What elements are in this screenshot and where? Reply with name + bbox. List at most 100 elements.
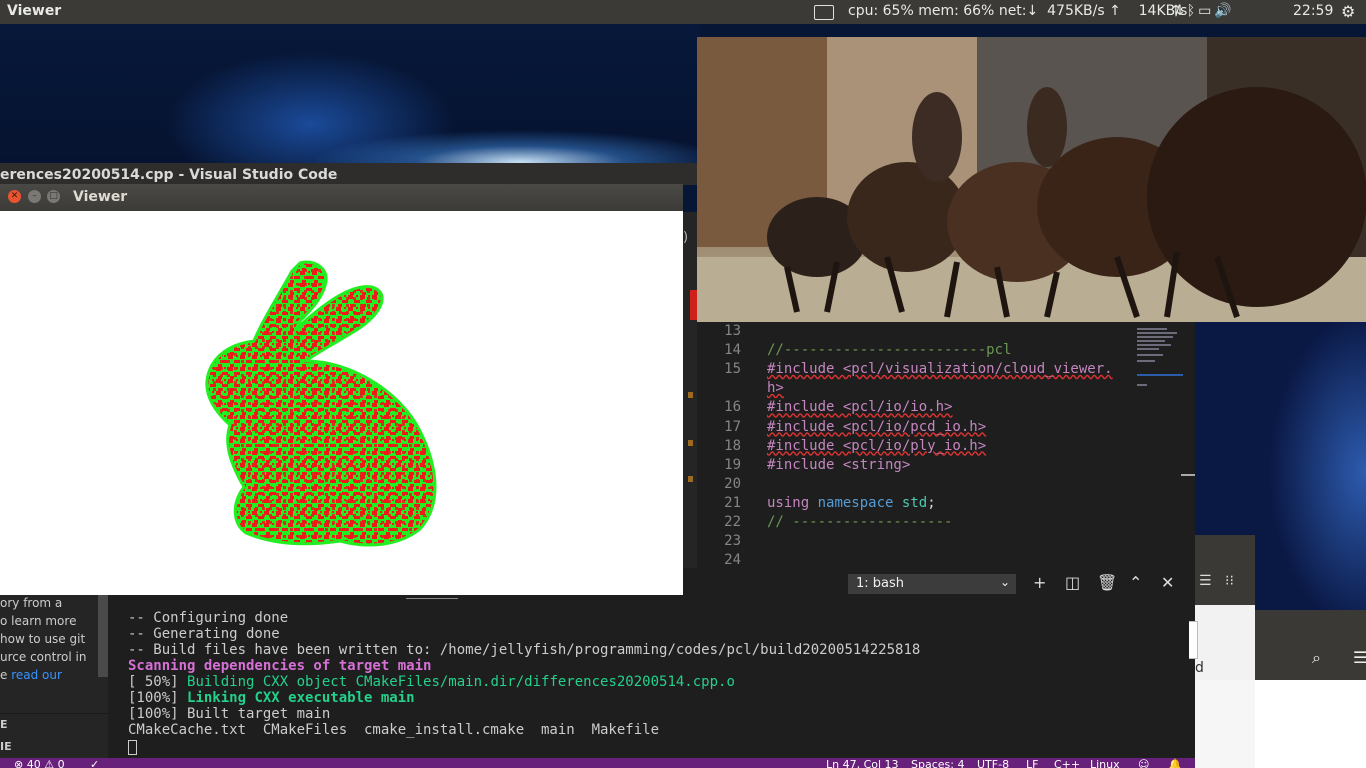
search-icon[interactable]: ⌕: [1312, 648, 1321, 668]
menu-list-icon[interactable]: ☰: [1353, 648, 1366, 667]
grid-view-icon[interactable]: ⁝⁝: [1225, 573, 1234, 589]
terminal-panel[interactable]: 1: bash ⌄ + ◫ 🗑 ⌃ ✕ -- Configuring done -…: [108, 568, 1195, 758]
code-text: #include <pcl/io/io.h>: [767, 399, 953, 416]
desktop-wallpaper: [0, 24, 700, 164]
encoding[interactable]: UTF-8: [977, 758, 1009, 768]
vscode-title-bar: erences20200514.cpp - Visual Studio Code: [0, 163, 697, 185]
language-mode[interactable]: C++: [1054, 758, 1080, 768]
split-terminal-icon[interactable]: ◫: [1065, 573, 1080, 592]
network-updown-icon[interactable]: ⇅: [1172, 3, 1187, 19]
keyboard-icon[interactable]: [814, 5, 834, 20]
new-terminal-plus-icon[interactable]: +: [1033, 573, 1046, 592]
line-number: 16: [724, 399, 741, 416]
line-number: 15: [724, 361, 741, 378]
code-line[interactable]: #include <pcl/io/pcd_io.h>: [767, 419, 986, 435]
code-text: h>: [767, 380, 784, 397]
chevron-down-icon: ⌄: [999, 575, 1010, 589]
progress-prefix: [100%]: [128, 690, 188, 706]
scroll-marker: [688, 392, 693, 398]
notifications-bell-icon[interactable]: 🔔: [1168, 758, 1182, 768]
sidebar-text: urce control in: [0, 650, 87, 664]
read-our-link[interactable]: read our: [11, 668, 62, 682]
indentation[interactable]: Spaces: 4: [911, 758, 964, 768]
cursor-position[interactable]: Ln 47, Col 13: [826, 758, 899, 768]
status-bar: ⊗ 40 ⚠ 0 ✓ Ln 47, Col 13 Spaces: 4 UTF-8…: [0, 758, 1195, 768]
progress-prefix: [ 50%]: [128, 674, 188, 690]
code-text: #include <pcl/io/pcd_io.h>: [767, 418, 987, 435]
clock[interactable]: 22:59: [1293, 3, 1333, 19]
check-icon[interactable]: ✓: [90, 758, 99, 768]
point-cloud-canvas[interactable]: [0, 211, 683, 595]
list-view-icon[interactable]: ☰: [1199, 573, 1212, 589]
sidebar-text: how to use git: [0, 632, 86, 646]
terminal-text: -- Configuring done: [128, 610, 289, 626]
line-number: 19: [724, 456, 741, 473]
video-player-frame[interactable]: [697, 37, 1366, 322]
terminal-line: [100%] Built target main: [128, 706, 330, 722]
code-editor[interactable]: 13 14 15 16 17 18 19 20 21 22 23 24 //-------------…: [697, 322, 1195, 568]
battery-icon[interactable]: ▭: [1198, 3, 1214, 19]
code-line[interactable]: // -------------------: [767, 514, 952, 530]
code-line[interactable]: #include <pcl/visualization/cloud_viewer…: [767, 361, 1113, 377]
error-marker: [690, 290, 697, 320]
code-line[interactable]: h>: [767, 380, 784, 396]
active-app-name: Viewer: [7, 3, 62, 19]
end-of-line[interactable]: LF: [1026, 758, 1038, 768]
viewer-window[interactable]: ✕ – □ Viewer: [0, 184, 683, 595]
power-gear-icon[interactable]: ⚙: [1341, 2, 1355, 21]
kill-terminal-trash-icon[interactable]: 🗑: [1097, 573, 1117, 592]
feedback-icon[interactable]: ☺: [1138, 758, 1149, 768]
minimap[interactable]: [1137, 324, 1183, 386]
bunny-point-cloud: [205, 260, 437, 547]
top-panel: Viewer cpu: 65% mem: 66% net:↓ 475KB/s ↑…: [0, 0, 1366, 24]
terminal-text: [100%] Built target main: [128, 706, 331, 722]
code-text: #include <pcl/io/ply_io.h>: [767, 437, 987, 454]
line-number: 24: [724, 552, 741, 569]
file-manager-toolbar: ☰ ⁝⁝: [1195, 535, 1255, 607]
terminal-text: Scanning dependencies of target main: [128, 658, 432, 674]
terminal-line: Scanning dependencies of target main: [128, 658, 431, 674]
right-header-bar: ⌕ ☰: [1255, 610, 1366, 680]
code-line[interactable]: //------------------------pcl: [767, 342, 1011, 358]
section-header[interactable]: IE: [0, 740, 12, 753]
terminal-line: CMakeCache.txt CMakeFiles cmake_install.…: [128, 722, 659, 738]
terminal-select[interactable]: 1: bash ⌄: [848, 574, 1016, 594]
code-token: namespace: [817, 494, 894, 511]
field-fragment: [1189, 621, 1198, 659]
code-text: //------------------------pcl: [767, 342, 1012, 359]
line-number: 20: [724, 475, 741, 492]
os-indicator[interactable]: Linux: [1090, 758, 1120, 768]
volume-icon[interactable]: 🔊: [1214, 3, 1234, 19]
bunny-shape: [205, 260, 437, 547]
maximize-panel-chevron-up-icon[interactable]: ⌃: [1129, 573, 1142, 592]
problems-indicator[interactable]: ⊗ 40 ⚠ 0: [14, 758, 65, 768]
terminal-text: Linking CXX executable main: [187, 690, 415, 706]
minimize-button[interactable]: –: [28, 190, 41, 203]
sidebar-text: ory from a: [0, 596, 63, 610]
terminal-text: -- Generating done: [128, 626, 280, 642]
code-token: using: [767, 494, 810, 511]
terminal-line: [100%] Linking CXX executable main: [128, 690, 415, 706]
close-button[interactable]: ✕: [8, 190, 21, 203]
terminal-text: CMakeCache.txt CMakeFiles cmake_install.…: [128, 722, 660, 738]
line-number: 18: [724, 437, 741, 454]
viewer-title-bar[interactable]: ✕ – □ Viewer: [0, 184, 683, 211]
editor-scrollbar[interactable]: [1181, 474, 1195, 476]
close-panel-icon[interactable]: ✕: [1161, 573, 1174, 592]
sidebar-scrollbar[interactable]: [98, 595, 108, 677]
line-number: 22: [724, 514, 741, 530]
maximize-button[interactable]: □: [47, 190, 60, 203]
paren-fragment: ): [683, 230, 689, 245]
system-monitor[interactable]: cpu: 65% mem: 66% net:↓ 475KB/s ↑ 14KB/s: [848, 3, 1187, 19]
scm-sidebar: ory from a o learn more how to use git u…: [0, 595, 108, 758]
code-line[interactable]: #include <pcl/io/ply_io.h>: [767, 438, 986, 454]
divider: [0, 713, 108, 714]
code-line[interactable]: #include <string>: [767, 457, 910, 473]
partial-label: d: [1195, 660, 1204, 676]
terminal-line: [ 50%] Building CXX object CMakeFiles/ma…: [128, 674, 735, 690]
section-header[interactable]: E: [0, 718, 8, 731]
code-line[interactable]: #include <pcl/io/io.h>: [767, 399, 952, 415]
code-line[interactable]: using namespace std;: [767, 495, 936, 511]
bluetooth-icon[interactable]: ᛒ: [1187, 3, 1198, 19]
tray-icons[interactable]: ⇅ᛒ▭🔊: [1172, 3, 1235, 19]
